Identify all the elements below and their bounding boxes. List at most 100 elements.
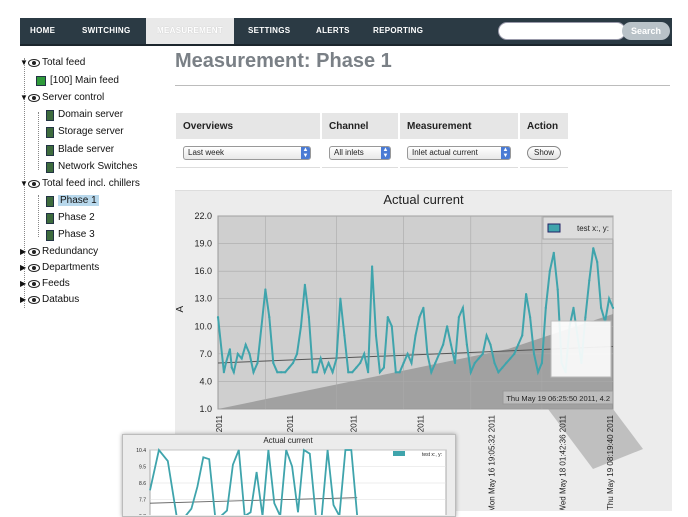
data-point [315,371,318,374]
data-point [222,371,225,374]
data-point [323,371,326,374]
tree-item-databus[interactable]: ▶ Databus [20,292,79,308]
nav-settings[interactable]: SETTINGS [248,18,290,44]
controls-table: Overviews Channel Measurement Action Las… [176,113,571,168]
expand-triangle-icon[interactable]: ▶ [20,260,28,276]
data-point [402,361,405,365]
tree-item-phase-2[interactable]: Phase 2 [46,210,95,226]
data-point [359,361,362,365]
data-point [276,371,279,374]
y-tick-label: 10.0 [194,321,212,331]
nav-home[interactable]: HOME [30,18,55,44]
x-tick-label: Mon May 16 19:05:32 2011 [488,414,497,510]
title-divider [175,85,670,86]
data-point [513,352,516,355]
search-button[interactable]: Search [622,22,670,40]
expand-triangle-icon[interactable]: ▶ [20,292,28,308]
tree-item-storage-server[interactable]: Storage server [46,124,124,140]
expand-triangle-icon[interactable]: ▶ [20,276,28,292]
measurement-cell: Inlet actual current ▲ ▼ [399,139,520,168]
data-point [608,297,611,300]
data-point [540,361,543,365]
channel-select[interactable]: All inlets ▲ ▼ [329,146,391,160]
overview-cell: Last week ▲ ▼ [176,139,322,168]
tree-item-total-feed-chillers[interactable]: ▼ Total feed incl. chillers [20,176,140,192]
eye-icon[interactable] [28,296,40,304]
data-point [268,316,271,319]
data-point [339,297,342,300]
eye-icon[interactable] [28,280,40,288]
eye-icon[interactable] [28,248,40,256]
nav-switching[interactable]: SWITCHING [82,18,130,44]
select-arrows-icon: ▲ ▼ [501,147,510,159]
tree-item-total-feed[interactable]: ▼ Total feed [20,55,85,71]
tree-item-blade-server[interactable]: Blade server [46,142,114,158]
tree-item-phase-1[interactable]: Phase 1 [46,193,99,209]
expand-triangle-icon[interactable]: ▼ [20,55,28,71]
nav-measurement[interactable]: MEASUREMENT [146,18,234,44]
tree-item-main-feed[interactable]: [100] Main feed [36,73,119,89]
measurement-select[interactable]: Inlet actual current ▲ ▼ [407,146,511,160]
y-tick-label: 19.0 [194,239,212,249]
data-point [228,348,231,351]
eye-icon[interactable] [28,59,40,67]
data-point [347,371,350,374]
x-tick-label: 2011 [349,414,358,432]
data-point [434,361,437,365]
data-point [386,316,389,319]
eye-icon[interactable] [28,264,40,272]
data-point [367,371,370,374]
feed-icon [36,76,46,86]
data-point [418,316,421,319]
data-point [327,361,330,365]
data-point [438,352,441,355]
y-tick-label: 7.0 [199,349,212,359]
tree-item-feeds[interactable]: ▶ Feeds [20,276,70,292]
data-point [355,366,358,369]
tree-guide-line [38,112,39,170]
tree-item-phase-3[interactable]: Phase 3 [46,227,95,243]
tree-guide-line [38,195,39,237]
data-point [525,293,528,296]
data-point [248,352,251,355]
tree-item-redundancy[interactable]: ▶ Redundancy [20,244,98,260]
data-point [303,283,306,286]
tree-item-departments[interactable]: ▶ Departments [20,260,99,276]
data-point [382,366,385,369]
legend-swatch [547,223,561,233]
search-input[interactable] [498,22,626,40]
data-point [236,352,239,355]
data-point [394,371,397,374]
nav-reporting[interactable]: REPORTING [373,18,423,44]
expand-triangle-icon[interactable]: ▼ [20,176,28,192]
nav-alerts[interactable]: ALERTS [316,18,350,44]
data-point [264,288,267,291]
tree-item-network-switches[interactable]: Network Switches [46,159,137,175]
tree-item-domain-server[interactable]: Domain server [46,107,123,123]
data-point [596,260,599,264]
data-point [224,361,227,365]
y-tick-label: 22.0 [194,211,212,221]
x-tick-label: Wed May 18 01:42:36 2011 [559,414,568,510]
server-icon [46,144,54,156]
eye-icon[interactable] [28,94,40,102]
overview-select[interactable]: Last week ▲ ▼ [183,146,311,160]
data-point [299,325,303,328]
data-point [477,357,480,360]
expand-triangle-icon[interactable]: ▶ [20,244,28,260]
tree-item-server-control[interactable]: ▼ Server control [20,90,104,106]
data-point [406,352,409,355]
zoom-inset-chart[interactable]: 10.49.58.67.76.8test x:, y: [122,434,454,515]
expand-triangle-icon[interactable]: ▼ [20,90,28,106]
data-point [244,343,247,346]
server-icon [46,161,54,173]
data-point [331,371,334,374]
channel-cell: All inlets ▲ ▼ [321,139,400,168]
legend-label: test x:, y: [577,224,609,233]
x-tick-label: 2011 [416,414,425,432]
show-button[interactable]: Show [527,146,562,160]
y-tick-label: 1.0 [199,404,212,414]
data-point [584,316,587,319]
data-point [319,357,322,360]
eye-icon[interactable] [28,180,40,188]
